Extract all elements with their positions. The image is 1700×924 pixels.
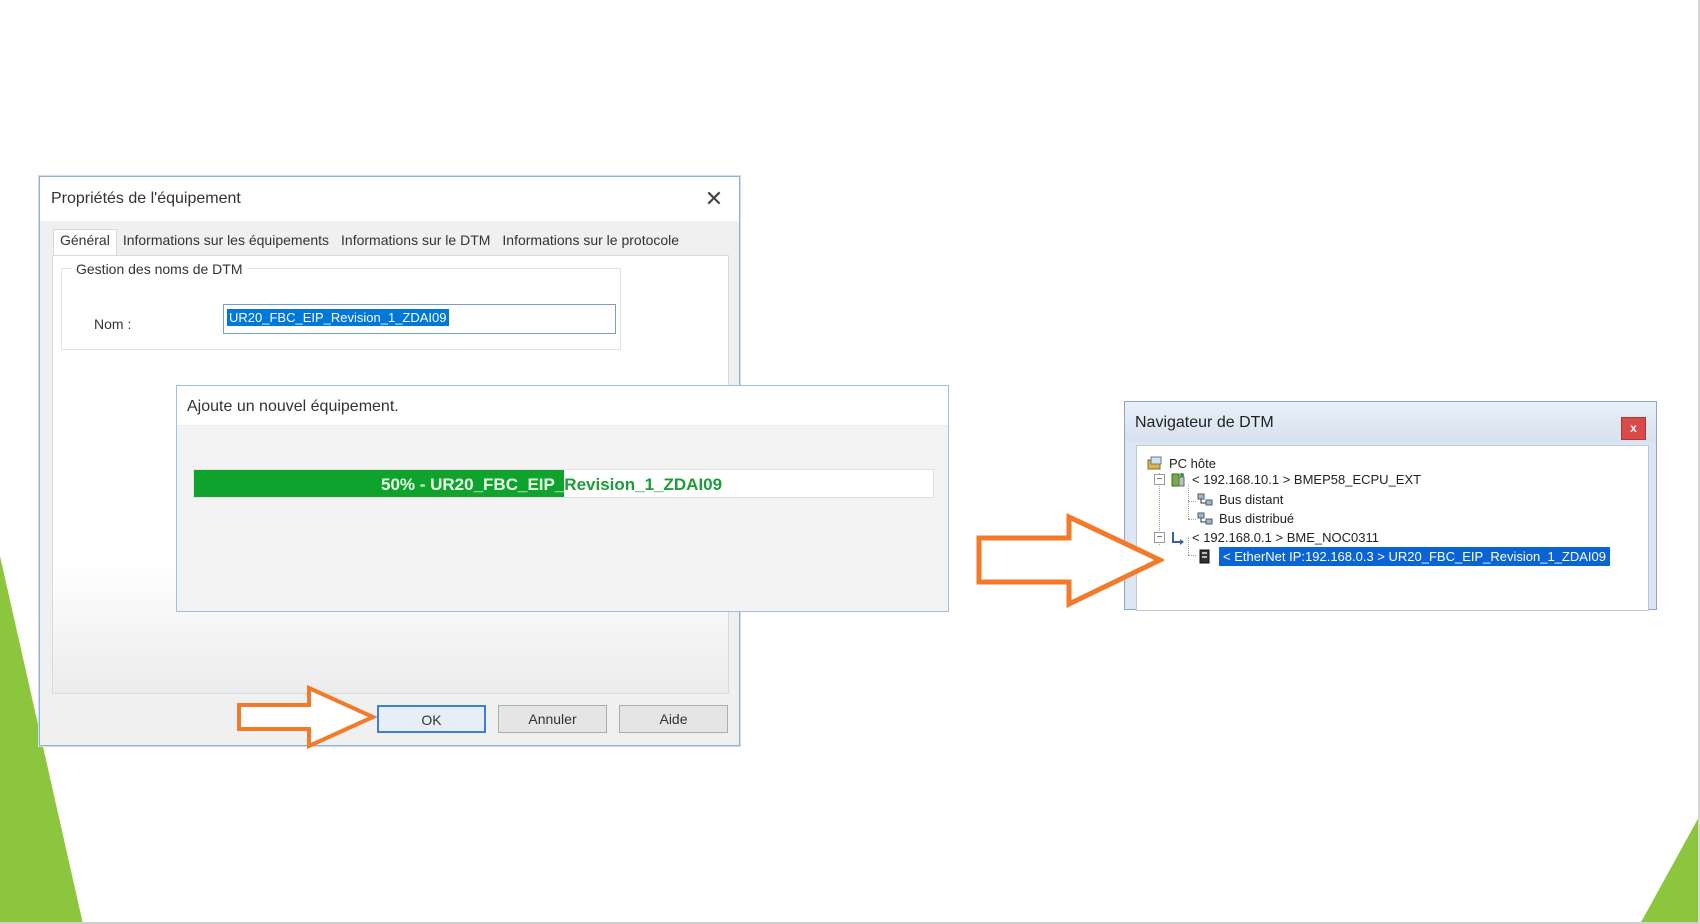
bus-icon [1197, 511, 1213, 526]
tree-connector [1188, 519, 1196, 520]
tab-equipment-info[interactable]: Informations sur les équipements [117, 229, 335, 255]
dtm-name-group: Gestion des noms de DTM Nom : UR20_FBC_E… [61, 261, 621, 350]
progress-fill: 50% - UR20_FBC_EIP_Revision_1_ZDAI09 [194, 470, 564, 497]
group-label: Gestion des noms de DTM [72, 261, 247, 277]
tab-general[interactable]: Général [53, 229, 117, 256]
tree-item-remote-bus[interactable]: Bus distant [1197, 490, 1283, 509]
tree-item-label: Bus distribué [1219, 511, 1295, 526]
tree-item-cpu[interactable]: < 192.168.10.1 > BMEP58_ECPU_EXT [1170, 470, 1421, 489]
cpu-icon [1170, 472, 1186, 487]
bus-icon [1197, 492, 1213, 507]
dialog-title: Propriétés de l'équipement [51, 190, 241, 207]
navigator-title: Navigateur de DTM [1135, 414, 1274, 431]
tree-connector [1188, 501, 1196, 502]
arrow-to-ok-icon [237, 685, 377, 749]
tree-item-label: < 192.168.0.1 > BME_NOC0311 [1192, 530, 1379, 545]
pc-icon [1147, 456, 1163, 471]
name-input[interactable]: UR20_FBC_EIP_Revision_1_ZDAI09 [223, 304, 616, 334]
navigator-titlebar: Navigateur de DTM x [1125, 402, 1656, 442]
name-input-value: UR20_FBC_EIP_Revision_1_ZDAI09 [227, 309, 449, 326]
tree-item-label: < 192.168.10.1 > BMEP58_ECPU_EXT [1192, 472, 1422, 487]
noc-icon [1170, 530, 1186, 545]
tree-item-ethernet-ip-device[interactable]: < EtherNet IP:192.168.0.3 > UR20_FBC_EIP… [1197, 547, 1610, 566]
tree-item-label: Bus distant [1219, 492, 1284, 507]
tree-connector [1188, 555, 1196, 556]
dialog-titlebar: Propriétés de l'équipement ✕ [40, 177, 739, 221]
progress-text-on-fill: 50% - UR20_FBC_EIP_Revision_1_ZDAI09 [381, 475, 564, 494]
progress-dialog-header: Ajoute un nouvel équipement. [177, 386, 948, 426]
ok-button[interactable]: OK [377, 705, 486, 733]
dialog-tabs: Général Informations sur les équipements… [53, 229, 685, 256]
arrow-to-navigator-icon [976, 513, 1164, 608]
tab-dtm-info[interactable]: Informations sur le DTM [335, 229, 496, 255]
dtm-tree: PC hôte − < 192.168.10.1 > BMEP58_ECPU_E… [1136, 445, 1649, 611]
collapse-icon[interactable]: − [1154, 474, 1165, 485]
progress-bar: 50% - UR20_FBC_EIP_Revision_1_ZDAI09 50%… [193, 469, 934, 498]
tree-item-noc[interactable]: < 192.168.0.1 > BME_NOC0311 [1170, 528, 1379, 547]
help-button[interactable]: Aide [619, 705, 728, 733]
close-icon[interactable]: x [1621, 417, 1646, 440]
progress-dialog: Ajoute un nouvel équipement. 50% - UR20_… [176, 385, 949, 612]
tab-protocol-info[interactable]: Informations sur le protocole [496, 229, 685, 255]
tree-item-distributed-bus[interactable]: Bus distribué [1197, 509, 1294, 528]
progress-title: Ajoute un nouvel équipement. [187, 398, 399, 415]
name-label: Nom : [94, 316, 132, 332]
close-icon[interactable]: ✕ [699, 184, 729, 214]
dtm-navigator-window: Navigateur de DTM x PC hôte − < 192.168.… [1124, 401, 1657, 611]
tree-item-label: < EtherNet IP:192.168.0.3 > UR20_FBC_EIP… [1219, 547, 1610, 566]
device-icon [1197, 549, 1213, 564]
cancel-button[interactable]: Annuler [498, 705, 607, 733]
